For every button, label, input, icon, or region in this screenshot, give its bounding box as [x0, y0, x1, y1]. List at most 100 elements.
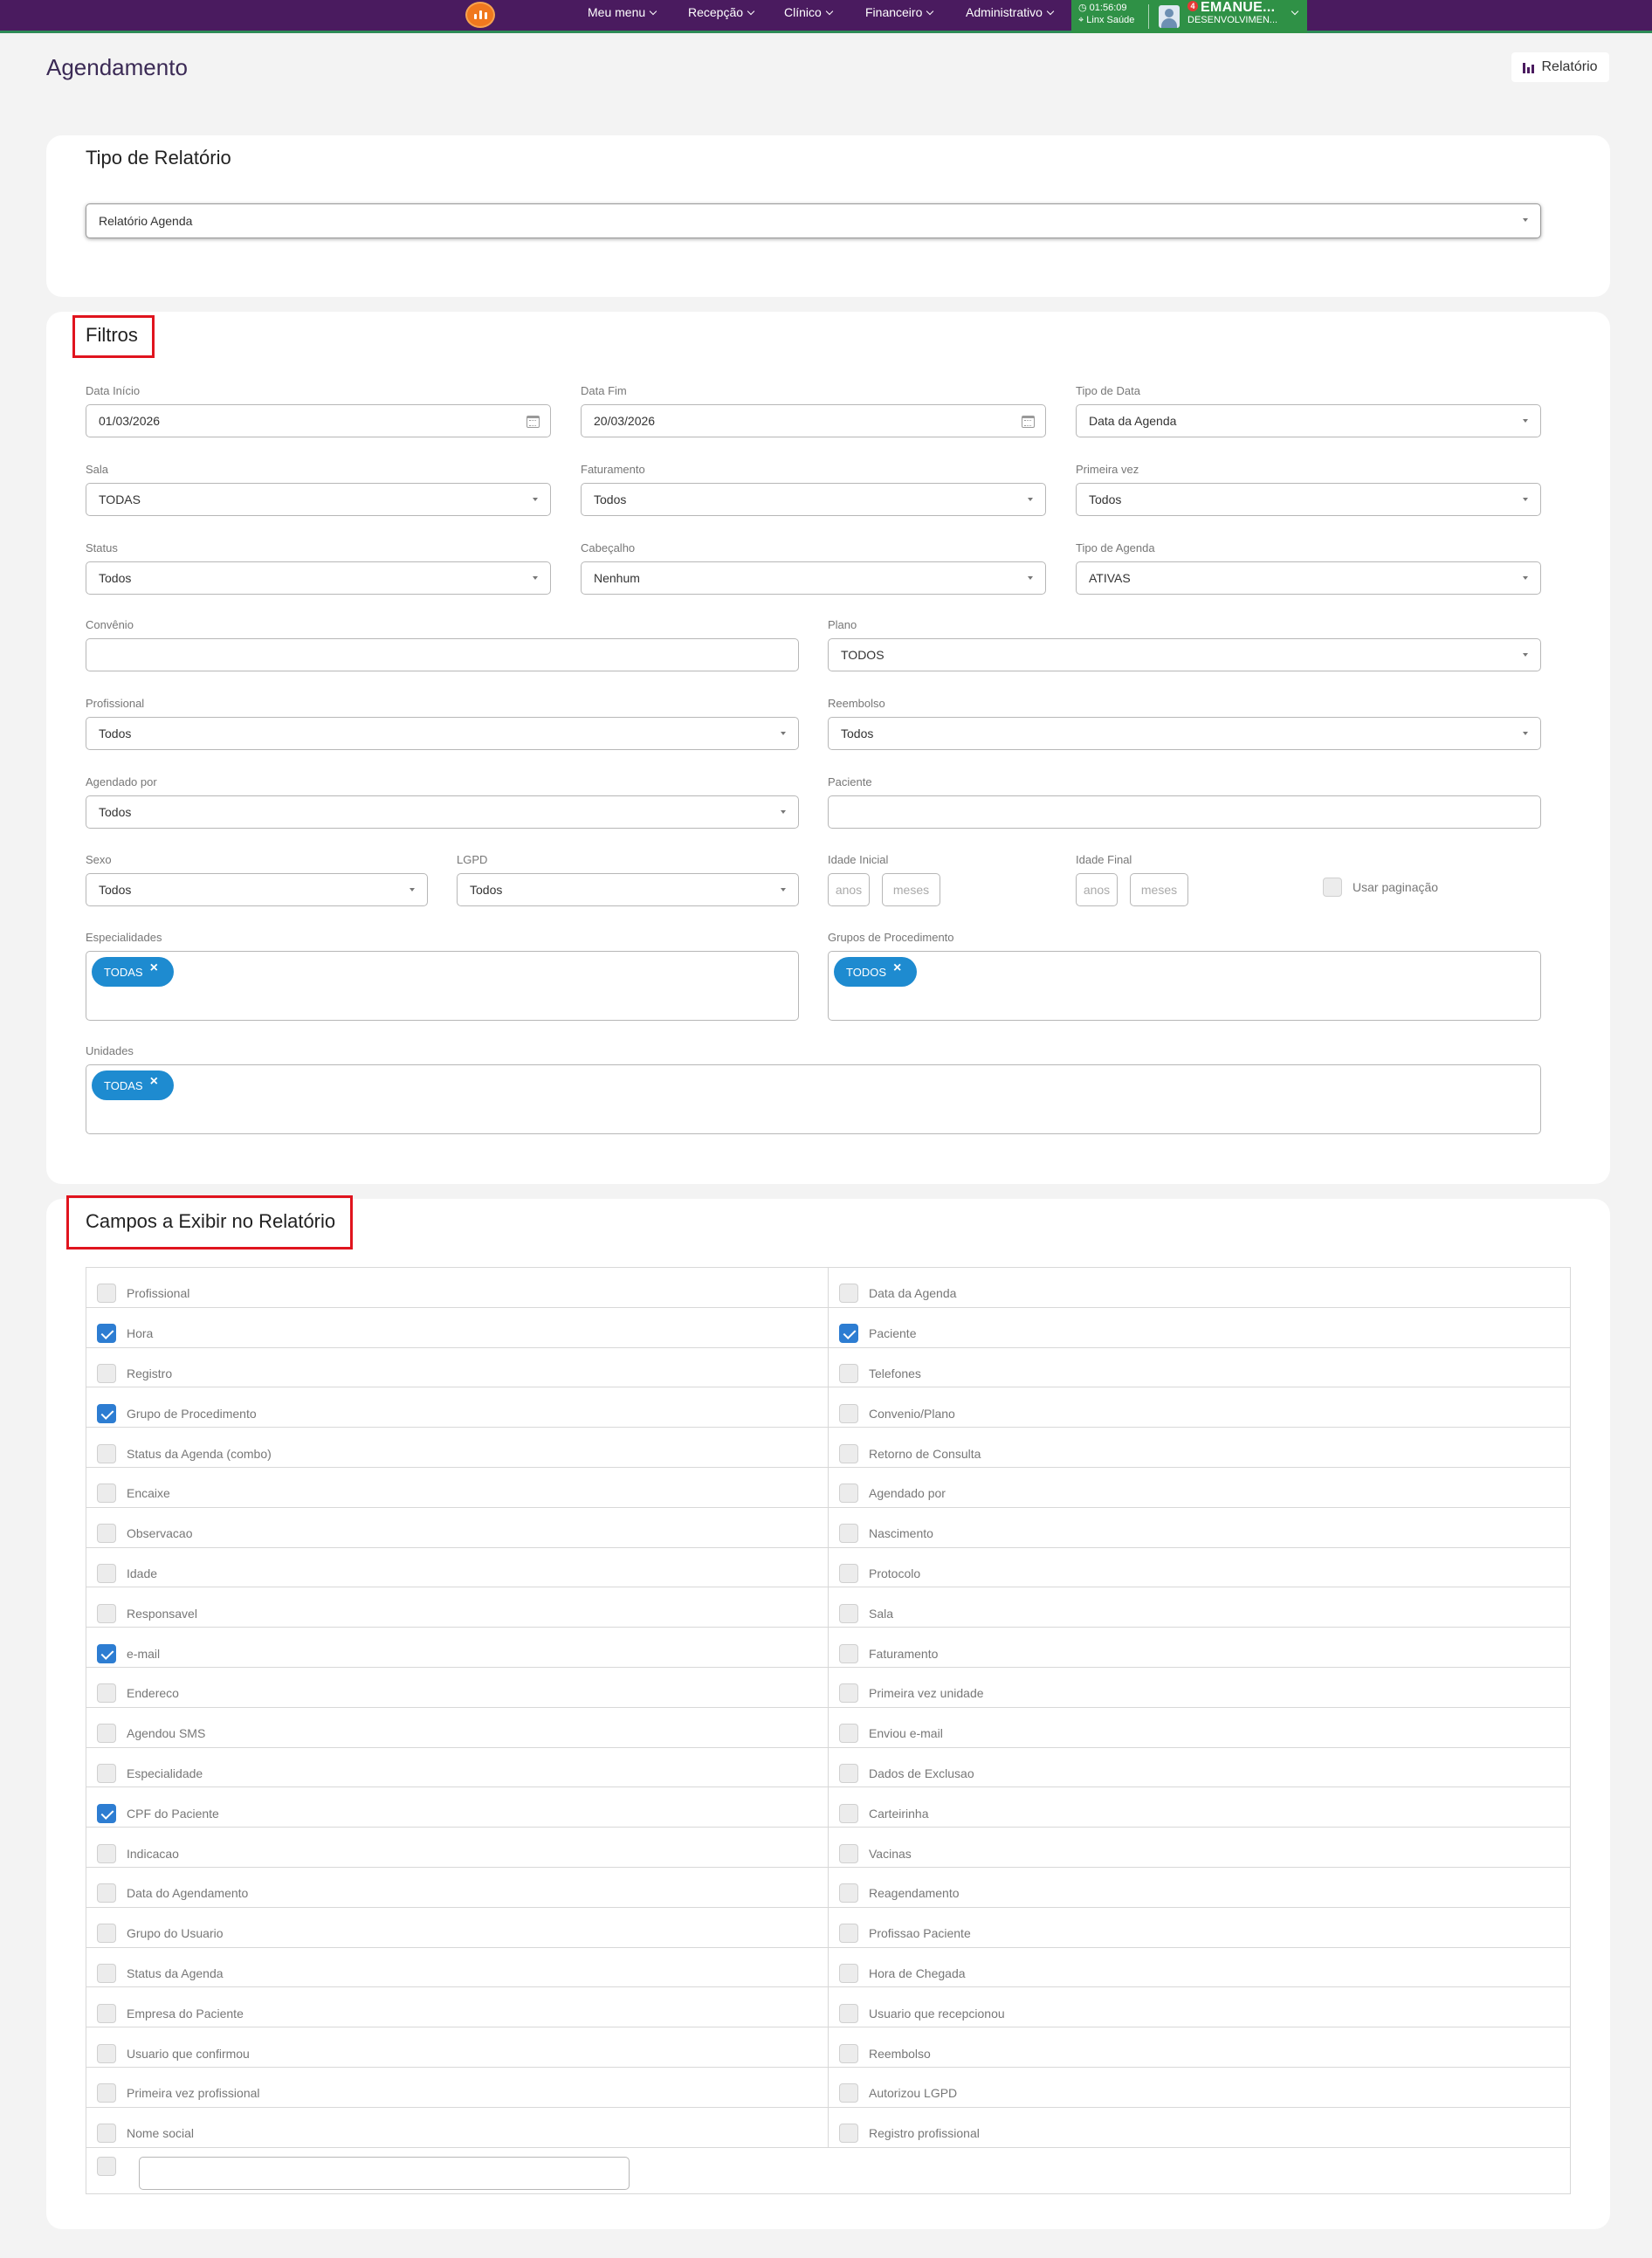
- reembolso-select[interactable]: Todos: [828, 717, 1541, 750]
- field-checkbox[interactable]: [97, 1524, 116, 1544]
- profissional-select[interactable]: Todos: [86, 717, 799, 750]
- field-option[interactable]: Faturamento: [828, 1628, 1570, 1667]
- field-checkbox[interactable]: [97, 1803, 116, 1823]
- field-option[interactable]: Profissao Paciente: [828, 1907, 1570, 1947]
- especialidades-tag[interactable]: TODAS ×: [92, 957, 174, 987]
- field-checkbox[interactable]: [839, 2003, 858, 2023]
- nav-menu-financeiro[interactable]: Financeiro: [865, 5, 934, 19]
- field-option[interactable]: Agendado por: [828, 1467, 1570, 1507]
- nav-menu-meu-menu[interactable]: Meu menu: [588, 5, 657, 19]
- field-checkbox[interactable]: [97, 1724, 116, 1744]
- field-checkbox[interactable]: [839, 1643, 858, 1663]
- field-option[interactable]: Telefones: [828, 1347, 1570, 1387]
- field-option[interactable]: Protocolo: [828, 1547, 1570, 1587]
- field-checkbox[interactable]: [839, 2083, 858, 2103]
- remove-tag-icon[interactable]: ×: [150, 1074, 158, 1090]
- field-option[interactable]: Sala: [828, 1587, 1570, 1628]
- field-checkbox[interactable]: [839, 1843, 858, 1863]
- sala-select[interactable]: TODAS: [86, 483, 551, 516]
- sexo-select[interactable]: Todos: [86, 873, 428, 906]
- field-checkbox[interactable]: [839, 1963, 858, 1983]
- field-option[interactable]: Enviou e-mail: [828, 1707, 1570, 1747]
- field-option[interactable]: Vacinas: [828, 1828, 1570, 1867]
- field-option[interactable]: Status da Agenda: [86, 1948, 828, 1987]
- field-checkbox[interactable]: [97, 1683, 116, 1704]
- field-option[interactable]: Autorizou LGPD: [828, 2067, 1570, 2107]
- field-checkbox[interactable]: [97, 1443, 116, 1463]
- grupos-procedimento-multiselect[interactable]: TODOS ×: [828, 951, 1541, 1021]
- usar-paginacao-checkbox[interactable]: [1323, 878, 1342, 897]
- field-option[interactable]: Primeira vez profissional: [86, 2068, 828, 2107]
- grupos-procedimento-tag[interactable]: TODOS ×: [834, 957, 918, 987]
- paciente-input[interactable]: [828, 795, 1541, 829]
- field-checkbox[interactable]: [839, 1603, 858, 1623]
- avatar[interactable]: [1159, 5, 1180, 28]
- field-checkbox[interactable]: [97, 1843, 116, 1863]
- field-checkbox[interactable]: [839, 1484, 858, 1504]
- calendar-icon[interactable]: [527, 416, 540, 428]
- field-option[interactable]: Status da Agenda (combo): [86, 1428, 828, 1467]
- field-checkbox[interactable]: [97, 1324, 116, 1344]
- field-option[interactable]: Encaixe: [86, 1468, 828, 1507]
- nav-menu-clinico[interactable]: Clínico: [784, 5, 834, 19]
- field-checkbox[interactable]: [97, 1363, 116, 1383]
- field-checkbox[interactable]: [839, 1403, 858, 1423]
- field-option[interactable]: Data do Agendamento: [86, 1868, 828, 1907]
- field-option[interactable]: Registro: [86, 1348, 828, 1387]
- field-option[interactable]: Reagendamento: [828, 1867, 1570, 1907]
- field-option[interactable]: Paciente: [828, 1307, 1570, 1347]
- nav-menu-administrativo[interactable]: Administrativo: [966, 5, 1055, 19]
- field-option[interactable]: Registro profissional: [828, 2107, 1570, 2147]
- field-checkbox[interactable]: [839, 2124, 858, 2144]
- notification-badge[interactable]: 4: [1187, 1, 1198, 11]
- data-inicio-input[interactable]: 01/03/2026: [86, 404, 551, 437]
- calendar-icon[interactable]: [1022, 416, 1035, 428]
- data-fim-input[interactable]: 20/03/2026: [581, 404, 1046, 437]
- field-option[interactable]: Hora: [86, 1308, 828, 1347]
- primeira-vez-select[interactable]: Todos: [1076, 483, 1541, 516]
- field-option[interactable]: Hora de Chegada: [828, 1947, 1570, 1987]
- field-checkbox[interactable]: [839, 1763, 858, 1783]
- field-checkbox[interactable]: [839, 1683, 858, 1704]
- field-option[interactable]: Carteirinha: [828, 1787, 1570, 1828]
- tipo-agenda-select[interactable]: ATIVAS: [1076, 561, 1541, 595]
- field-checkbox[interactable]: [97, 2083, 116, 2103]
- field-checkbox[interactable]: [97, 1883, 116, 1903]
- usar-paginacao[interactable]: Usar paginação: [1323, 878, 1438, 897]
- field-option[interactable]: Grupo do Usuario: [86, 1908, 828, 1947]
- field-option[interactable]: Empresa do Paciente: [86, 1987, 828, 2027]
- unidades-multiselect[interactable]: TODAS ×: [86, 1064, 1541, 1134]
- field-option[interactable]: Usuario que confirmou: [86, 2027, 828, 2067]
- field-checkbox[interactable]: [839, 1284, 858, 1304]
- custom-field-input[interactable]: [139, 2156, 630, 2190]
- field-checkbox[interactable]: [97, 1963, 116, 1983]
- field-checkbox[interactable]: [839, 1443, 858, 1463]
- field-checkbox[interactable]: [97, 1284, 116, 1304]
- field-option[interactable]: Idade: [86, 1548, 828, 1587]
- field-option[interactable]: e-mail: [86, 1628, 828, 1667]
- nav-menu-recepcao[interactable]: Recepção: [688, 5, 755, 19]
- plano-select[interactable]: TODOS: [828, 638, 1541, 671]
- field-option[interactable]: Profissional: [86, 1268, 828, 1307]
- field-option[interactable]: Observacao: [86, 1508, 828, 1547]
- field-option[interactable]: Especialidade: [86, 1748, 828, 1787]
- field-option[interactable]: Dados de Exclusao: [828, 1747, 1570, 1787]
- remove-tag-icon[interactable]: ×: [893, 960, 901, 976]
- tipo-data-select[interactable]: Data da Agenda: [1076, 404, 1541, 437]
- field-checkbox[interactable]: [839, 1563, 858, 1583]
- user-menu-chevron-icon[interactable]: [1291, 7, 1299, 16]
- unidades-tag[interactable]: TODAS ×: [92, 1070, 174, 1100]
- cabecalho-select[interactable]: Nenhum: [581, 561, 1046, 595]
- field-option[interactable]: CPF do Paciente: [86, 1787, 828, 1827]
- faturamento-select[interactable]: Todos: [581, 483, 1046, 516]
- idade-final-meses-input[interactable]: meses: [1130, 873, 1188, 906]
- custom-field-checkbox[interactable]: [97, 2156, 116, 2176]
- field-checkbox[interactable]: [839, 1363, 858, 1383]
- agendado-por-select[interactable]: Todos: [86, 795, 799, 829]
- field-option[interactable]: Indicacao: [86, 1828, 828, 1867]
- field-option[interactable]: Reembolso: [828, 2027, 1570, 2067]
- field-checkbox[interactable]: [97, 1643, 116, 1663]
- field-option[interactable]: Usuario que recepcionou: [828, 1987, 1570, 2027]
- lgpd-select[interactable]: Todos: [457, 873, 799, 906]
- remove-tag-icon[interactable]: ×: [150, 960, 158, 976]
